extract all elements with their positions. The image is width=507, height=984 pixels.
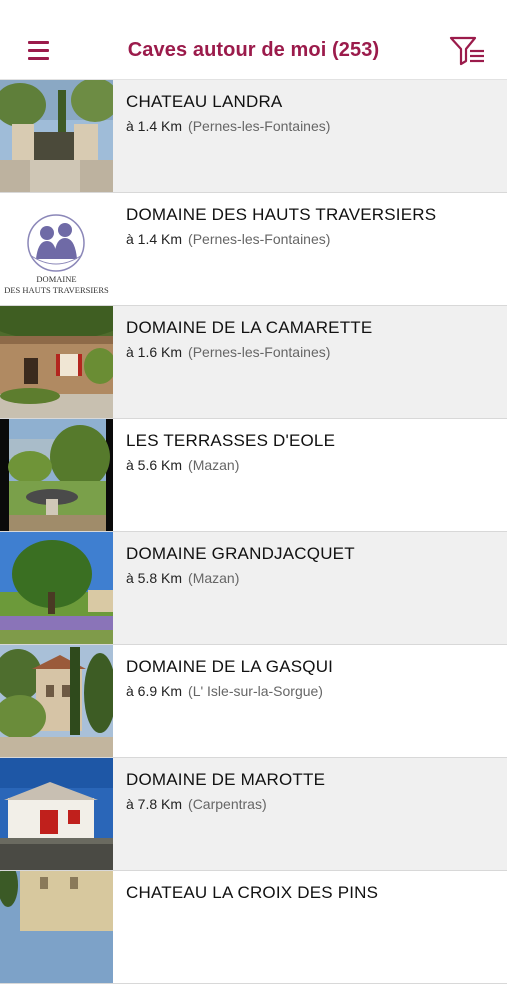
winery-list: CHATEAU LANDRA à 1.4 Km (Pernes-les-Fonta… <box>0 80 507 984</box>
winery-name: LES TERRASSES D'EOLE <box>126 431 336 450</box>
winery-distance: à 1.4 Km <box>126 231 183 247</box>
winery-photo <box>0 532 113 644</box>
winery-photo <box>0 306 113 418</box>
winery-location: à 7.8 Km (Carpentras) <box>126 796 267 812</box>
winery-town: (Carpentras) <box>188 796 267 812</box>
winery-town: (Pernes-les-Fontaines) <box>188 118 331 134</box>
winery-town: (Mazan) <box>188 570 240 586</box>
winery-photo <box>0 80 113 192</box>
winery-town: (L' Isle-sur-la-Sorgue) <box>188 683 323 699</box>
winery-name: CHATEAU LA CROIX DES PINS <box>126 883 379 902</box>
winery-row[interactable]: DOMAINE DES HAUTS TRAVERSIERS DOMAINE DE… <box>0 193 507 306</box>
winery-town: (Pernes-les-Fontaines) <box>188 231 331 247</box>
logo-text: DOMAINE DES HAUTS TRAVERSIERS <box>0 274 113 296</box>
logo-line2: DES HAUTS TRAVERSIERS <box>4 285 109 295</box>
winery-distance: à 5.8 Km <box>126 570 183 586</box>
winery-row[interactable]: DOMAINE DE MAROTTE à 7.8 Km (Carpentras) <box>0 758 507 871</box>
winery-name: CHATEAU LANDRA <box>126 92 283 111</box>
winery-row[interactable]: DOMAINE GRANDJACQUET à 5.8 Km (Mazan) <box>0 532 507 645</box>
winery-row[interactable]: DOMAINE DE LA GASQUI à 6.9 Km (L' Isle-su… <box>0 645 507 758</box>
winery-location <box>126 909 132 925</box>
winery-logo: DOMAINE DES HAUTS TRAVERSIERS <box>0 193 113 305</box>
winery-row[interactable]: LES TERRASSES D'EOLE à 5.6 Km (Mazan) <box>0 419 507 532</box>
winery-location: à 6.9 Km (L' Isle-sur-la-Sorgue) <box>126 683 323 699</box>
winery-name: DOMAINE GRANDJACQUET <box>126 544 355 563</box>
winery-photo <box>0 419 113 531</box>
filter-list-icon[interactable] <box>448 34 488 68</box>
winery-photo <box>0 645 113 757</box>
winery-photo <box>0 758 113 870</box>
winery-distance: à 1.4 Km <box>126 118 183 134</box>
winery-town: (Mazan) <box>188 457 240 473</box>
winery-name: DOMAINE DES HAUTS TRAVERSIERS <box>126 205 437 224</box>
winery-photo <box>0 871 113 983</box>
winery-row[interactable]: CHATEAU LA CROIX DES PINS <box>0 871 507 984</box>
winery-location: à 5.8 Km (Mazan) <box>126 570 239 586</box>
winery-name: DOMAINE DE MAROTTE <box>126 770 326 789</box>
winery-distance: à 7.8 Km <box>126 796 183 812</box>
page-title: Caves autour de moi (253) <box>127 39 380 61</box>
winery-town: (Pernes-les-Fontaines) <box>188 344 331 360</box>
winery-location: à 5.6 Km (Mazan) <box>126 457 239 473</box>
winery-distance: à 6.9 Km <box>126 683 183 699</box>
winery-row[interactable]: CHATEAU LANDRA à 1.4 Km (Pernes-les-Fonta… <box>0 80 507 193</box>
winery-location: à 1.6 Km (Pernes-les-Fontaines) <box>126 344 330 360</box>
winery-distance: à 1.6 Km <box>126 344 183 360</box>
winery-location: à 1.4 Km (Pernes-les-Fontaines) <box>126 118 330 134</box>
winery-name: DOMAINE DE LA CAMARETTE <box>126 318 373 337</box>
logo-line1: DOMAINE <box>36 274 77 284</box>
winery-location: à 1.4 Km (Pernes-les-Fontaines) <box>126 231 330 247</box>
app-header: Caves autour de moi (253) <box>0 0 507 80</box>
winery-row[interactable]: DOMAINE DE LA CAMARETTE à 1.6 Km (Pernes-… <box>0 306 507 419</box>
winery-distance: à 5.6 Km <box>126 457 183 473</box>
winery-name: DOMAINE DE LA GASQUI <box>126 657 334 676</box>
